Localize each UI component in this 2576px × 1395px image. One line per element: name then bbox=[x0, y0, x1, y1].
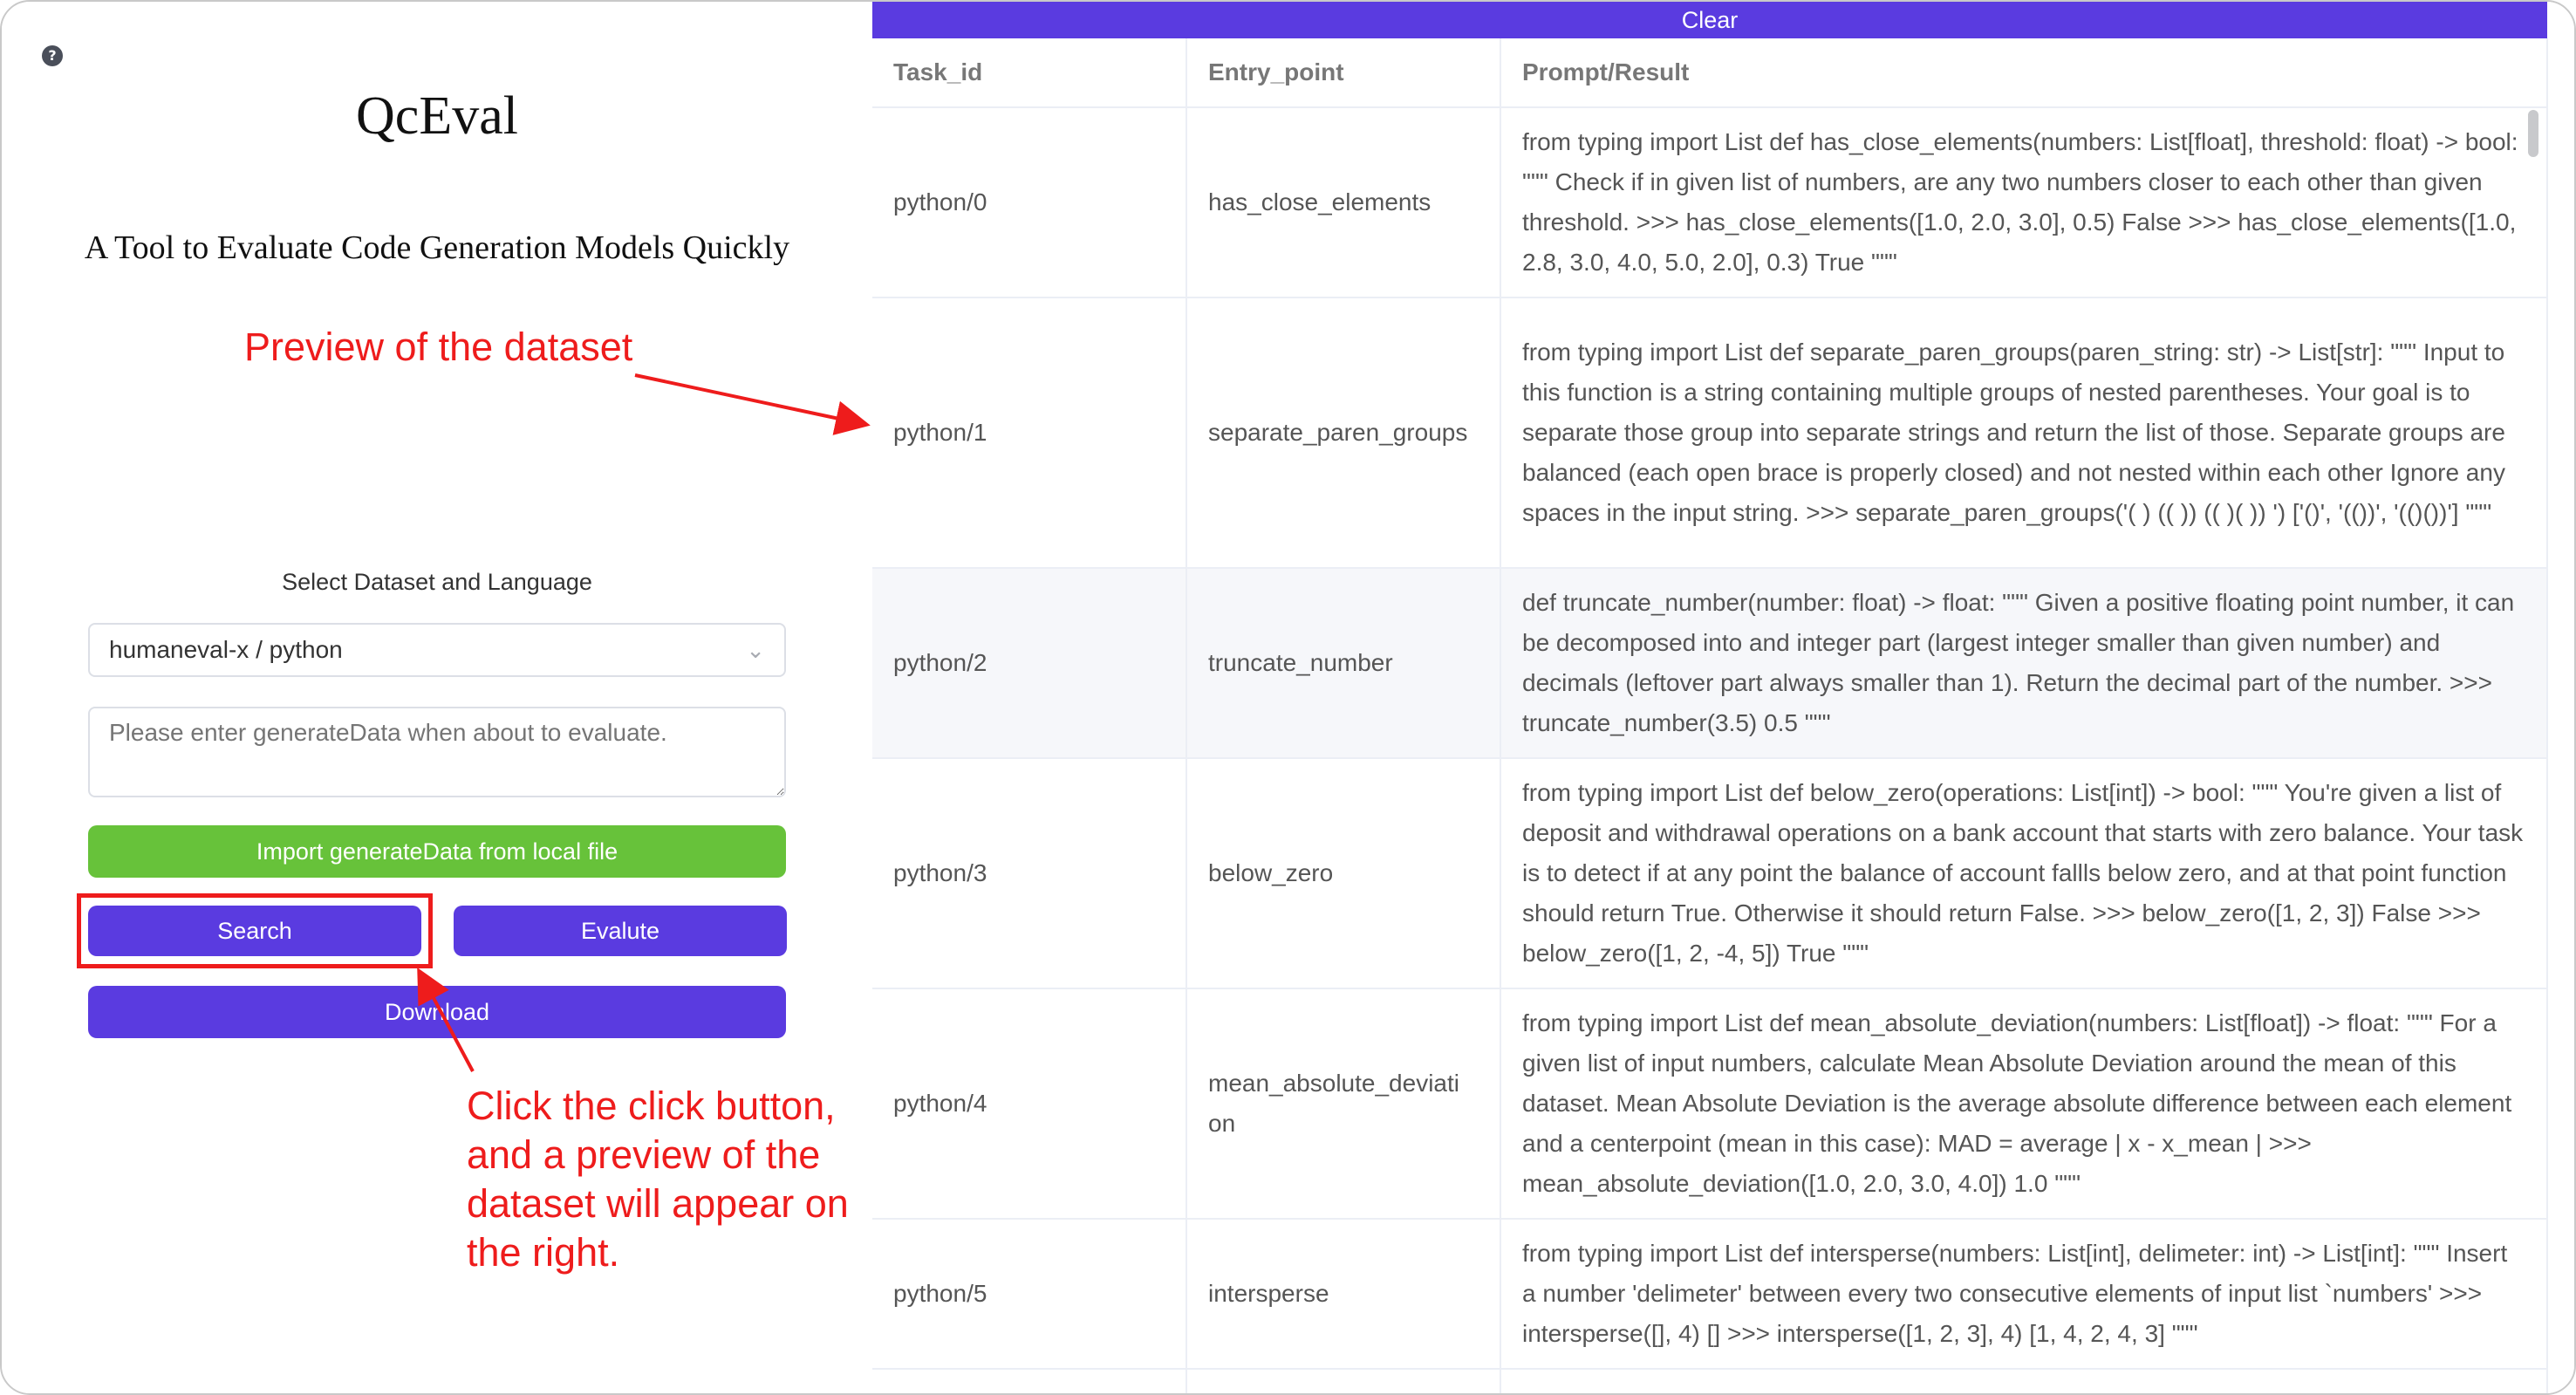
entry-point-cell: below_zero bbox=[1186, 758, 1501, 989]
entry-point-cell: intersperse bbox=[1186, 1219, 1501, 1370]
entry-point-cell: truncate_number bbox=[1186, 568, 1501, 759]
entry-point-cell: has_close_elements bbox=[1186, 107, 1501, 298]
task-id-cell: python/3 bbox=[872, 758, 1187, 989]
select-label: Select Dataset and Language bbox=[282, 569, 592, 595]
task-id-cell: python/4 bbox=[872, 988, 1187, 1220]
dataset-table: Task_id Entry_point Prompt/Result python… bbox=[872, 38, 2548, 1393]
evaluate-button[interactable]: Evalute bbox=[454, 906, 787, 956]
app-window: ? QcEval A Tool to Evaluate Code Generat… bbox=[0, 0, 2576, 1395]
dataset-language-select[interactable]: humaneval-x / python ⌄ bbox=[88, 623, 786, 677]
click-annotation: Click the click button, and a preview of… bbox=[467, 1084, 849, 1275]
prompt-cell: def truncate_number(number: float) -> fl… bbox=[1500, 568, 2548, 759]
prompt-cell: from typing import List def below_zero(o… bbox=[1500, 758, 2548, 989]
download-button[interactable]: Download bbox=[88, 986, 786, 1038]
select-value: humaneval-x / python bbox=[109, 636, 343, 663]
search-highlight-box bbox=[77, 893, 433, 968]
import-file-button[interactable]: Import generateData from local file bbox=[88, 825, 786, 878]
column-header-prompt-result[interactable]: Prompt/Result bbox=[1500, 38, 2548, 108]
prompt-cell: from typing import List def mean_absolut… bbox=[1500, 988, 2548, 1220]
table-row[interactable]: python/0 has_close_elements from typing … bbox=[872, 107, 2548, 298]
prompt-cell: from typing import List def intersperse(… bbox=[1500, 1219, 2548, 1370]
app-subtitle: A Tool to Evaluate Code Generation Model… bbox=[84, 229, 790, 266]
clear-button[interactable]: Clear bbox=[872, 2, 2547, 38]
task-id-cell: python/2 bbox=[872, 568, 1187, 759]
task-id-cell bbox=[872, 1369, 1187, 1393]
task-id-cell: python/0 bbox=[872, 107, 1187, 298]
prompt-cell: from typing import List def separate_par… bbox=[1500, 297, 2548, 569]
table-row[interactable]: python/3 below_zero from typing import L… bbox=[872, 758, 2548, 989]
task-id-cell: python/5 bbox=[872, 1219, 1187, 1370]
column-header-entry-point[interactable]: Entry_point bbox=[1186, 38, 1501, 108]
table-row[interactable] bbox=[872, 1369, 2548, 1393]
entry-point-cell: mean_absolute_deviati on bbox=[1186, 988, 1501, 1220]
task-id-cell: python/1 bbox=[872, 297, 1187, 569]
app-title: QcEval bbox=[356, 86, 518, 146]
table-row[interactable]: python/5 intersperse from typing import … bbox=[872, 1219, 2548, 1370]
table-row[interactable]: python/1 separate_paren_groups from typi… bbox=[872, 297, 2548, 569]
prompt-cell: from typing import List def has_close_el… bbox=[1500, 107, 2548, 298]
table-row[interactable]: python/4 mean_absolute_deviati on from t… bbox=[872, 988, 2548, 1220]
preview-annotation: Preview of the dataset bbox=[244, 325, 633, 369]
dataset-preview-panel: Clear Task_id Entry_point Prompt/Result … bbox=[872, 2, 2574, 1393]
generate-data-input[interactable] bbox=[88, 707, 786, 797]
entry-point-cell bbox=[1186, 1369, 1501, 1393]
table-header: Task_id Entry_point Prompt/Result bbox=[872, 38, 2548, 108]
table-row[interactable]: python/2 truncate_number def truncate_nu… bbox=[872, 568, 2548, 759]
control-panel: ? QcEval A Tool to Evaluate Code Generat… bbox=[2, 2, 872, 1393]
question-circle-icon[interactable]: ? bbox=[42, 45, 63, 66]
arrow-to-table bbox=[634, 373, 871, 435]
entry-point-cell: separate_paren_groups bbox=[1186, 297, 1501, 569]
table-scrollbar[interactable] bbox=[2528, 110, 2538, 157]
chevron-down-icon: ⌄ bbox=[746, 637, 765, 663]
column-header-task-id[interactable]: Task_id bbox=[872, 38, 1187, 108]
prompt-cell bbox=[1500, 1369, 2548, 1393]
